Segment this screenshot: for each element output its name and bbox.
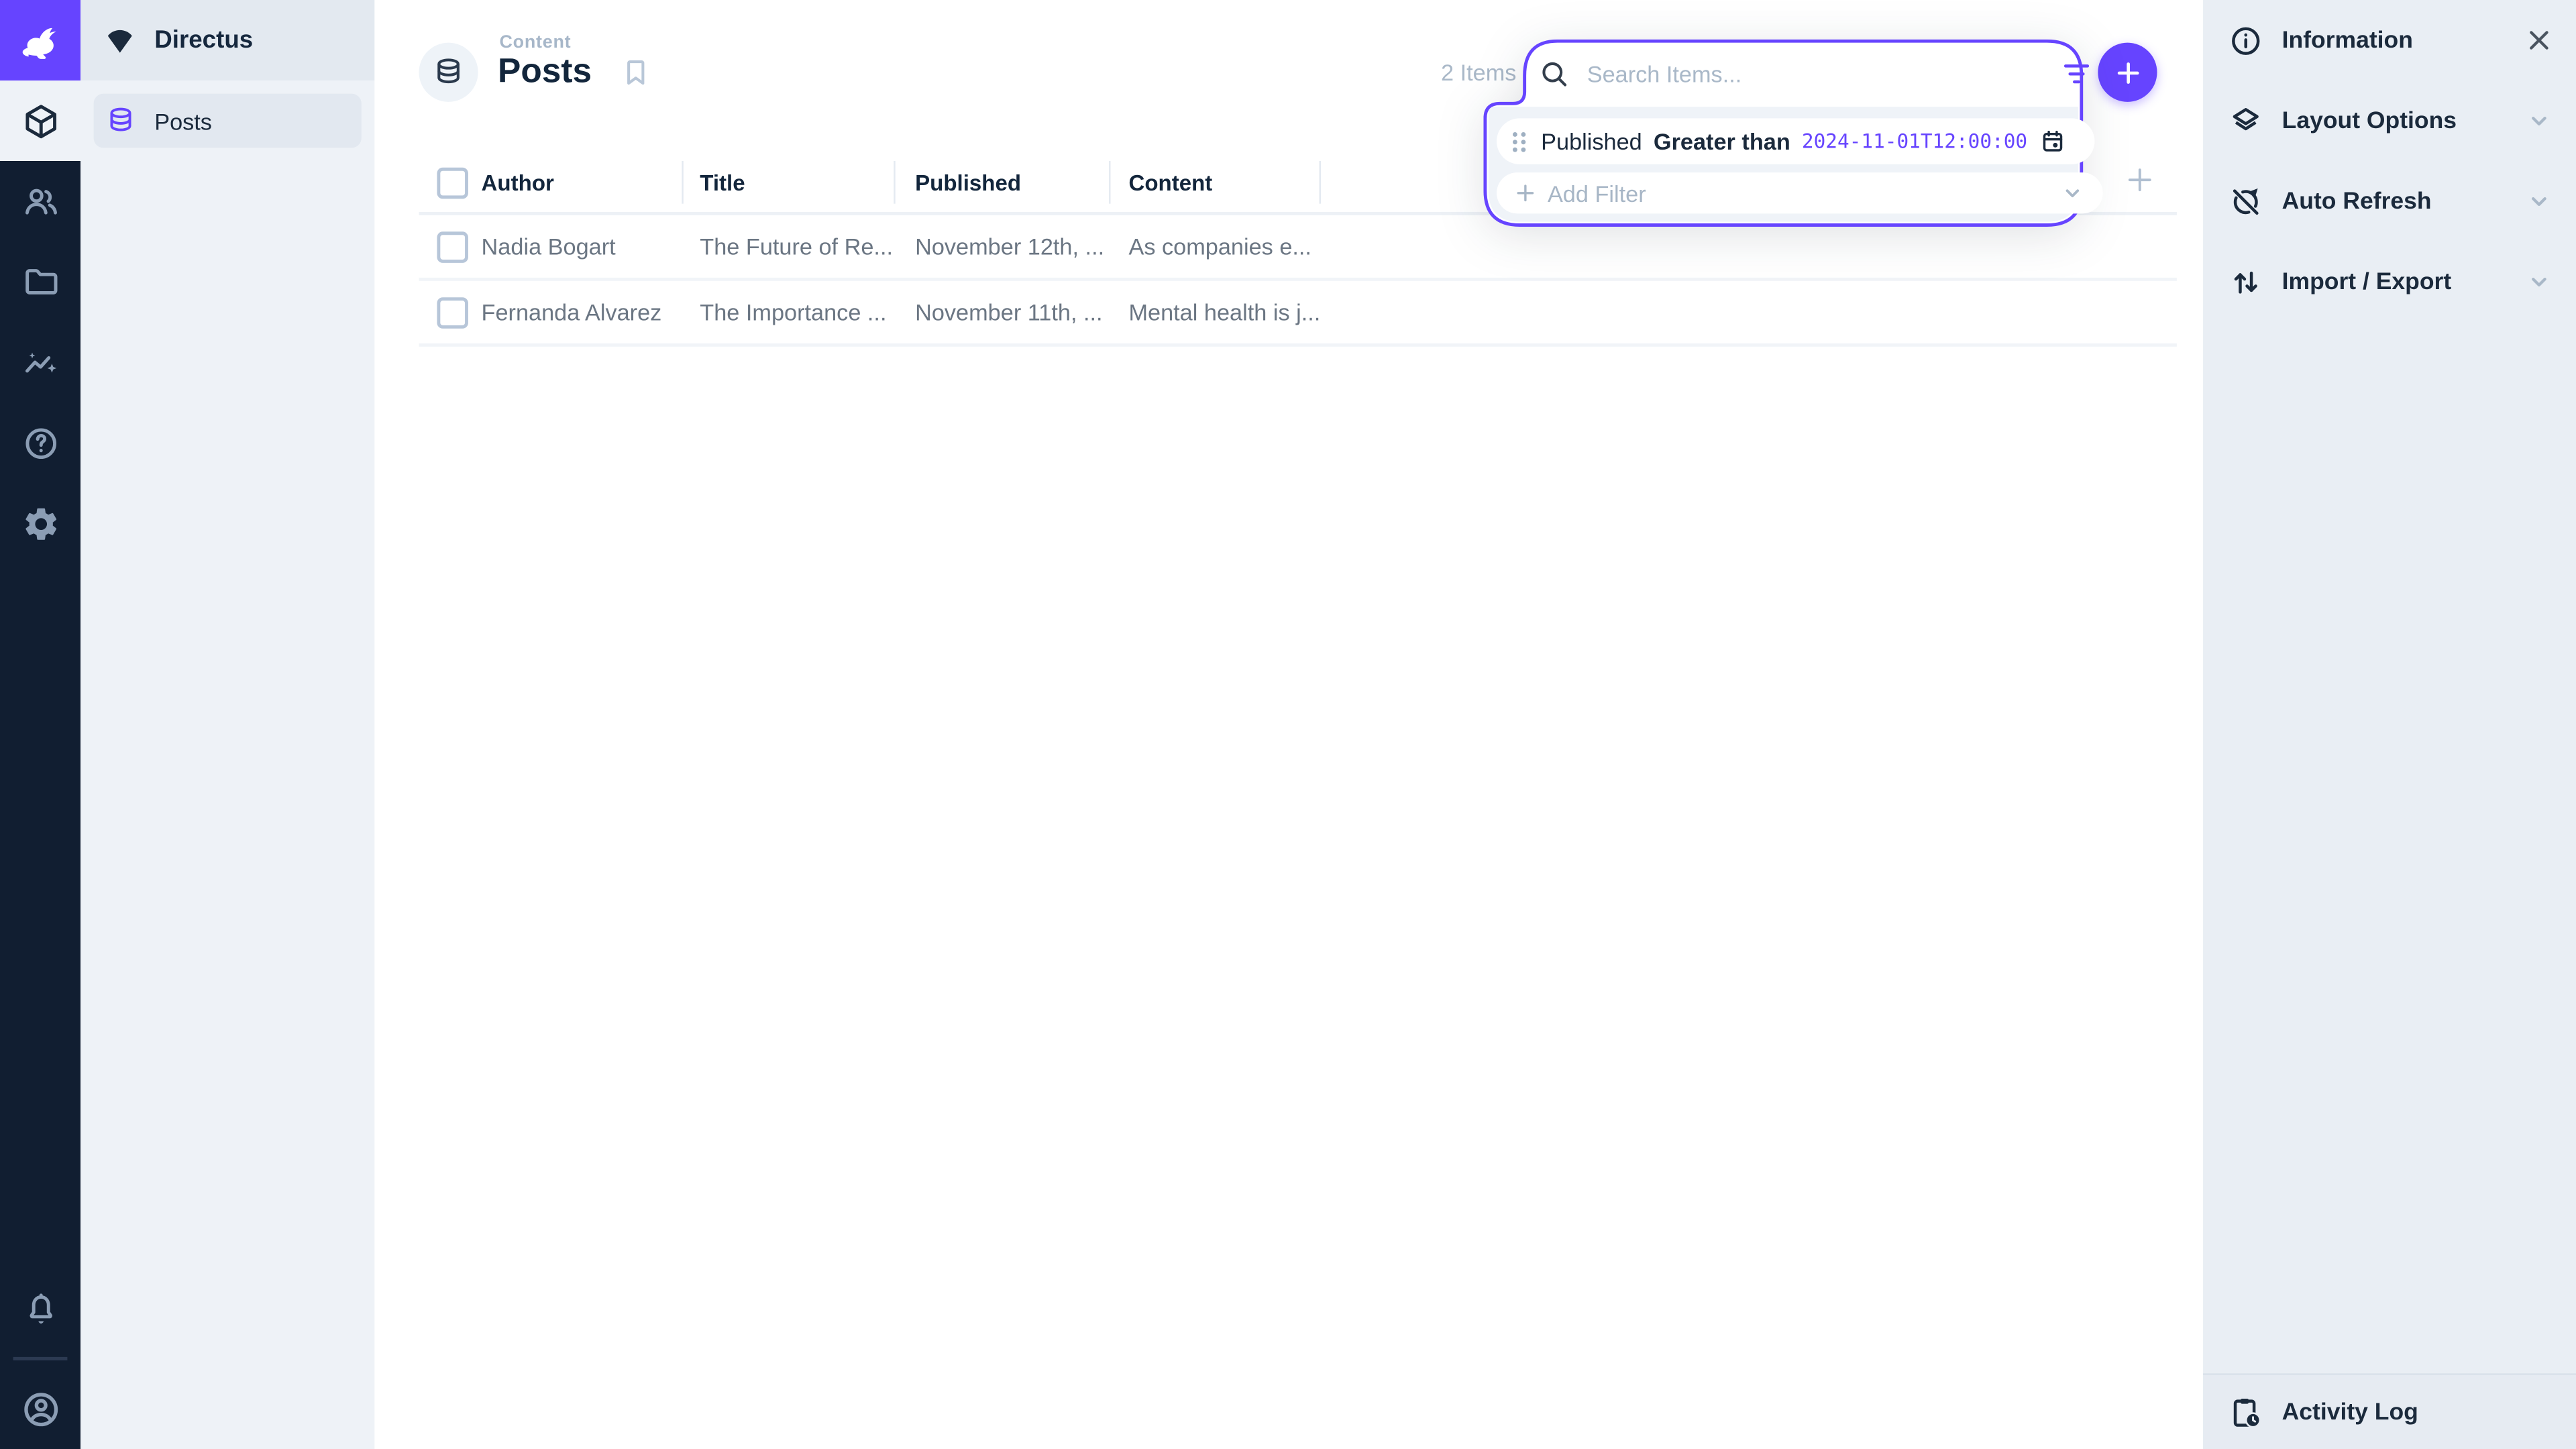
module-content[interactable]	[0, 80, 80, 161]
import-export-icon	[2228, 264, 2264, 300]
cell-title: The Future of Re...	[700, 215, 893, 278]
filter-icon[interactable]	[2060, 58, 2093, 91]
sidebar-section-layout-options[interactable]: Layout Options	[2203, 80, 2576, 161]
module-bar-divider	[13, 1357, 68, 1360]
users-icon	[21, 182, 60, 221]
folder-icon	[21, 262, 60, 302]
database-icon	[105, 105, 137, 137]
notifications-button[interactable]	[0, 1269, 80, 1349]
table-row[interactable]: Fernanda Alvarez The Importance ... Nove…	[419, 281, 2176, 347]
chevron-down-icon	[2059, 179, 2087, 207]
column-header-title[interactable]: Title	[700, 154, 745, 212]
module-settings[interactable]	[0, 483, 80, 564]
column-resize-handle[interactable]	[682, 161, 683, 204]
column-header-content[interactable]: Content	[1128, 154, 1212, 212]
filter-rule[interactable]: Published Greater than 2024-11-01T12:00:…	[1497, 118, 2094, 164]
sidebar-section-label: Information	[2282, 27, 2413, 53]
module-users[interactable]	[0, 161, 80, 241]
help-icon	[21, 423, 60, 463]
chevron-down-icon	[2524, 186, 2555, 217]
page-title: Posts	[498, 52, 592, 92]
module-files[interactable]	[0, 241, 80, 322]
breadcrumb[interactable]: Content	[499, 33, 571, 52]
plus-icon	[1513, 180, 1538, 205]
avatar-icon	[19, 1387, 62, 1430]
bookmark-button[interactable]	[619, 56, 652, 89]
sidebar-item-label: Posts	[154, 107, 212, 133]
app-window: Directus Posts Content Posts 2 Items	[0, 0, 2576, 1449]
close-icon	[2524, 25, 2555, 56]
chevron-down-icon	[2524, 105, 2555, 137]
filter-value[interactable]: 2024-11-01T12:00:00	[1802, 129, 2027, 152]
cell-title: The Importance ...	[700, 281, 886, 343]
info-icon	[2228, 22, 2264, 58]
column-resize-handle[interactable]	[1109, 161, 1110, 204]
cell-content: Mental health is j...	[1128, 281, 1320, 343]
account-button[interactable]	[0, 1368, 80, 1449]
row-checkbox[interactable]	[437, 297, 468, 328]
right-sidebar: Information Layout Options	[2203, 0, 2576, 1449]
cell-published: November 12th, ...	[915, 215, 1104, 278]
filter-field[interactable]: Published	[1541, 128, 1642, 154]
sidebar-section-label: Import / Export	[2282, 268, 2452, 294]
project-logo-icon	[103, 24, 136, 57]
cell-author: Fernanda Alvarez	[482, 281, 662, 343]
cell-author: Nadia Bogart	[482, 215, 616, 278]
bell-icon	[21, 1289, 60, 1328]
box-icon	[21, 101, 60, 141]
sidebar-section-label: Layout Options	[2282, 107, 2457, 133]
cell-published: November 11th, ...	[915, 281, 1103, 343]
module-help[interactable]	[0, 402, 80, 483]
directus-logo-button[interactable]	[0, 0, 80, 80]
add-filter-button[interactable]: Add Filter	[1497, 172, 2103, 213]
directus-rabbit-icon	[15, 15, 64, 64]
filter-operator[interactable]: Greater than	[1654, 128, 1790, 154]
calendar-icon[interactable]	[2039, 127, 2067, 156]
project-name: Directus	[154, 26, 253, 54]
nav-sidebar: Directus Posts	[80, 0, 374, 1449]
select-all-checkbox[interactable]	[437, 168, 468, 199]
column-resize-handle[interactable]	[1320, 161, 1321, 204]
activity-log-label: Activity Log	[2282, 1399, 2418, 1425]
search-input[interactable]	[1584, 59, 2060, 89]
sync-disabled-icon	[2228, 183, 2264, 219]
sidebar-section-auto-refresh[interactable]: Auto Refresh	[2203, 161, 2576, 241]
module-insights[interactable]	[0, 322, 80, 402]
column-resize-handle[interactable]	[894, 161, 895, 204]
search-filter-panel: Published Greater than 2024-11-01T12:00:…	[1483, 40, 2083, 227]
cell-content: As companies e...	[1128, 215, 1311, 278]
search-icon	[1538, 58, 1570, 91]
close-sidebar-button[interactable]	[2524, 25, 2555, 56]
module-bar	[0, 0, 80, 1449]
insights-icon	[21, 343, 60, 382]
chevron-down-icon	[2524, 266, 2555, 298]
layers-icon	[2228, 103, 2264, 139]
collection-icon-button[interactable]	[419, 43, 478, 102]
search-bar	[1525, 43, 2110, 105]
project-header[interactable]: Directus	[80, 0, 374, 80]
drag-handle-icon[interactable]	[1508, 127, 1529, 156]
column-header-published[interactable]: Published	[915, 154, 1021, 212]
gear-icon	[21, 504, 60, 543]
plus-icon	[2112, 56, 2143, 88]
sidebar-section-import-export[interactable]: Import / Export	[2203, 241, 2576, 322]
bookmark-icon	[619, 56, 652, 89]
database-icon	[432, 56, 465, 89]
sidebar-section-label: Auto Refresh	[2282, 188, 2432, 214]
activity-log-button[interactable]: Activity Log	[2203, 1373, 2576, 1449]
activity-log-icon	[2228, 1394, 2264, 1430]
add-filter-label: Add Filter	[1548, 180, 1646, 206]
row-checkbox[interactable]	[437, 231, 468, 262]
sidebar-section-information[interactable]: Information	[2203, 0, 2576, 80]
column-header-author[interactable]: Author	[482, 154, 554, 212]
sidebar-item-posts[interactable]: Posts	[94, 94, 362, 148]
